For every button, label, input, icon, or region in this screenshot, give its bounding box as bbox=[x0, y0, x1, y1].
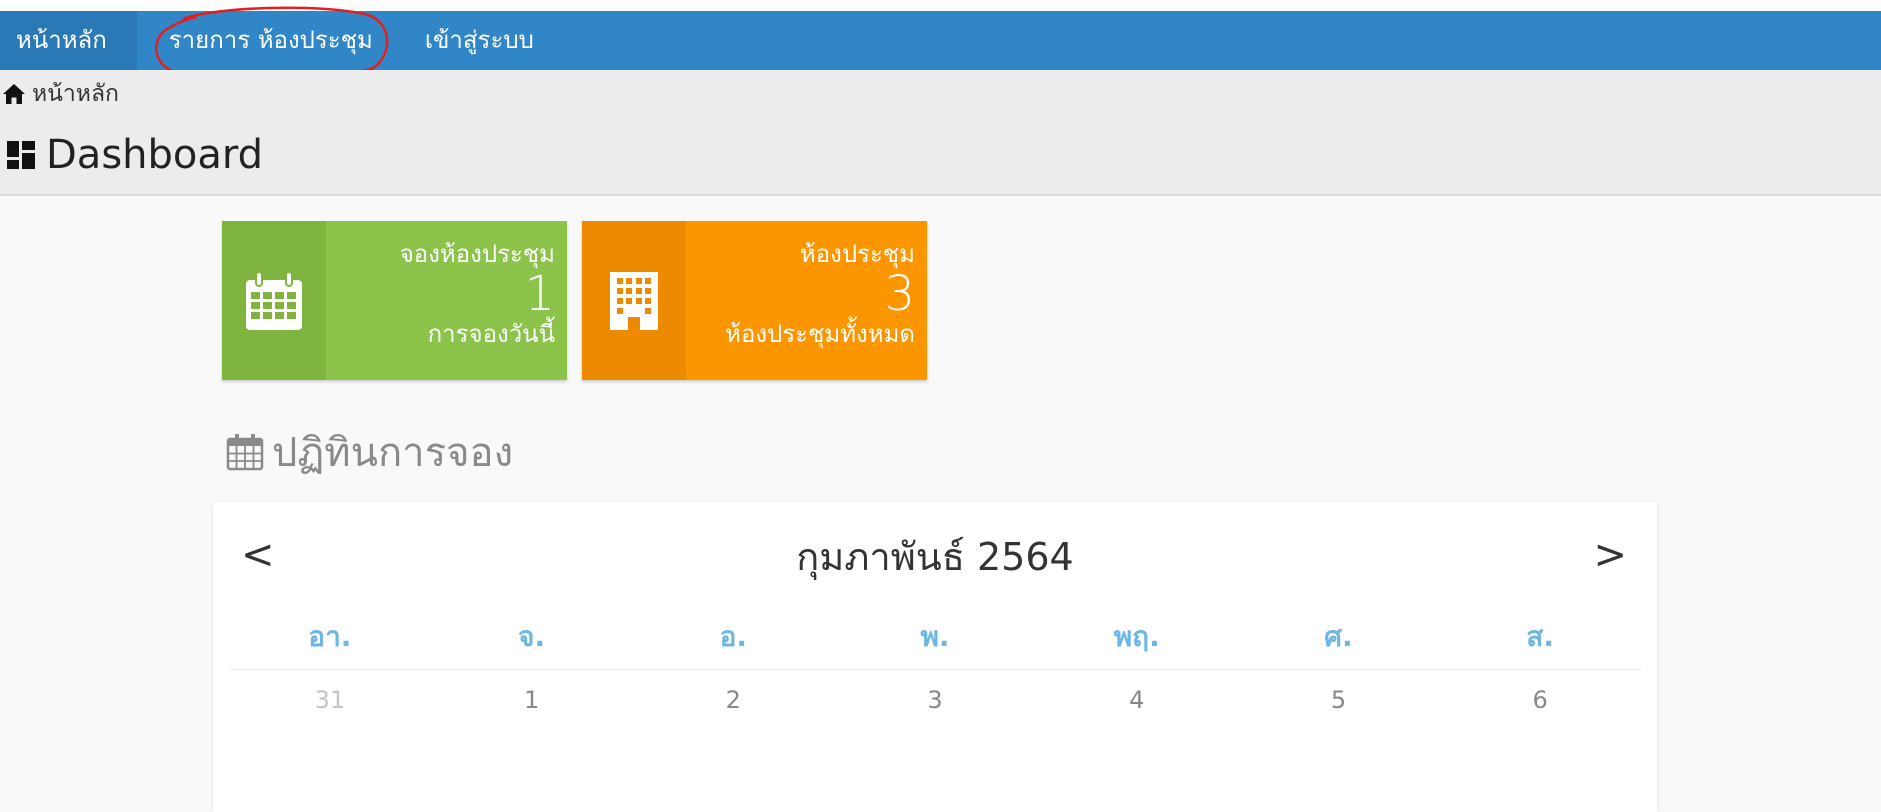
calendar-day[interactable]: 31 bbox=[229, 670, 431, 730]
prev-month-button[interactable]: < bbox=[241, 532, 275, 578]
calendar-day[interactable]: 3 bbox=[834, 670, 1036, 730]
top-gap bbox=[0, 0, 1881, 11]
card-icon-area bbox=[222, 221, 326, 380]
weekday-wed: พ. bbox=[834, 612, 1036, 670]
calendar-header: กุมภาพันธ์ 2564 < > bbox=[213, 526, 1657, 586]
weekday-sat: ส. bbox=[1439, 612, 1642, 670]
booking-calendar-title: ปฏิทินการจอง bbox=[226, 420, 513, 484]
calendar-icon bbox=[246, 270, 302, 330]
card-value: 1 bbox=[524, 266, 555, 322]
next-month-button[interactable]: > bbox=[1593, 532, 1627, 578]
calendar-day[interactable]: 5 bbox=[1238, 670, 1440, 730]
card-caption: ห้องประชุมทั้งหมด bbox=[725, 320, 915, 348]
booking-calendar: กุมภาพันธ์ 2564 < > อา. จ. อ. พ. พฤ. ศ. … bbox=[213, 502, 1657, 812]
card-caption: การจองวันนี้ bbox=[427, 320, 555, 348]
total-rooms-card[interactable]: ห้องประชุม 3 ห้องประชุมทั้งหมด bbox=[582, 221, 927, 380]
card-value: 3 bbox=[884, 266, 915, 322]
navbar: หน้าหลัก รายการ ห้องประชุม เข้าสู่ระบบ bbox=[0, 6, 1881, 83]
calendar-day[interactable]: 1 bbox=[431, 670, 633, 730]
calendar-outline-icon bbox=[226, 434, 264, 471]
card-info: จองห้องประชุม 1 การจองวันนี้ bbox=[326, 221, 567, 380]
calendar-day[interactable]: 4 bbox=[1036, 670, 1238, 730]
dashboard-icon bbox=[7, 141, 35, 169]
breadcrumb: หน้าหลัก bbox=[2, 76, 119, 112]
calendar-month-label: กุมภาพันธ์ 2564 bbox=[796, 535, 1074, 579]
weekday-tue: อ. bbox=[632, 612, 835, 670]
card-title: ห้องประชุม bbox=[799, 240, 915, 268]
card-info: ห้องประชุม 3 ห้องประชุมทั้งหมด bbox=[686, 221, 927, 380]
card-title: จองห้องประชุม bbox=[399, 240, 555, 268]
weekday-fri: ศ. bbox=[1237, 612, 1440, 670]
week-row: 31 1 2 3 4 5 6 bbox=[229, 670, 1641, 730]
weekday-row: อา. จ. อ. พ. พฤ. ศ. ส. bbox=[229, 612, 1642, 670]
calendar-day[interactable]: 6 bbox=[1439, 670, 1641, 730]
page-header: หน้าหลัก Dashboard bbox=[0, 70, 1881, 196]
page-title-text: Dashboard bbox=[46, 132, 264, 178]
breadcrumb-home-link[interactable]: หน้าหลัก bbox=[32, 76, 119, 112]
weekday-thu: พฤ. bbox=[1035, 612, 1238, 670]
weekday-sun: อา. bbox=[229, 612, 431, 670]
calendar-grid: อา. จ. อ. พ. พฤ. ศ. ส. 31 1 2 3 4 5 6 bbox=[229, 612, 1642, 730]
bookings-today-card[interactable]: จองห้องประชุม 1 การจองวันนี้ bbox=[222, 221, 567, 380]
card-icon-area bbox=[582, 221, 686, 380]
nav-login[interactable]: เข้าสู่ระบบ bbox=[395, 11, 554, 70]
weekday-mon: จ. bbox=[430, 612, 633, 670]
nav-room-list[interactable]: รายการ ห้องประชุม bbox=[137, 11, 395, 70]
section-title-text: ปฏิทินการจอง bbox=[272, 430, 514, 476]
calendar-day[interactable]: 2 bbox=[632, 670, 834, 730]
building-icon bbox=[610, 271, 658, 330]
page-title: Dashboard bbox=[6, 132, 263, 178]
nav-home[interactable]: หน้าหลัก bbox=[0, 11, 137, 70]
home-icon bbox=[3, 84, 25, 104]
